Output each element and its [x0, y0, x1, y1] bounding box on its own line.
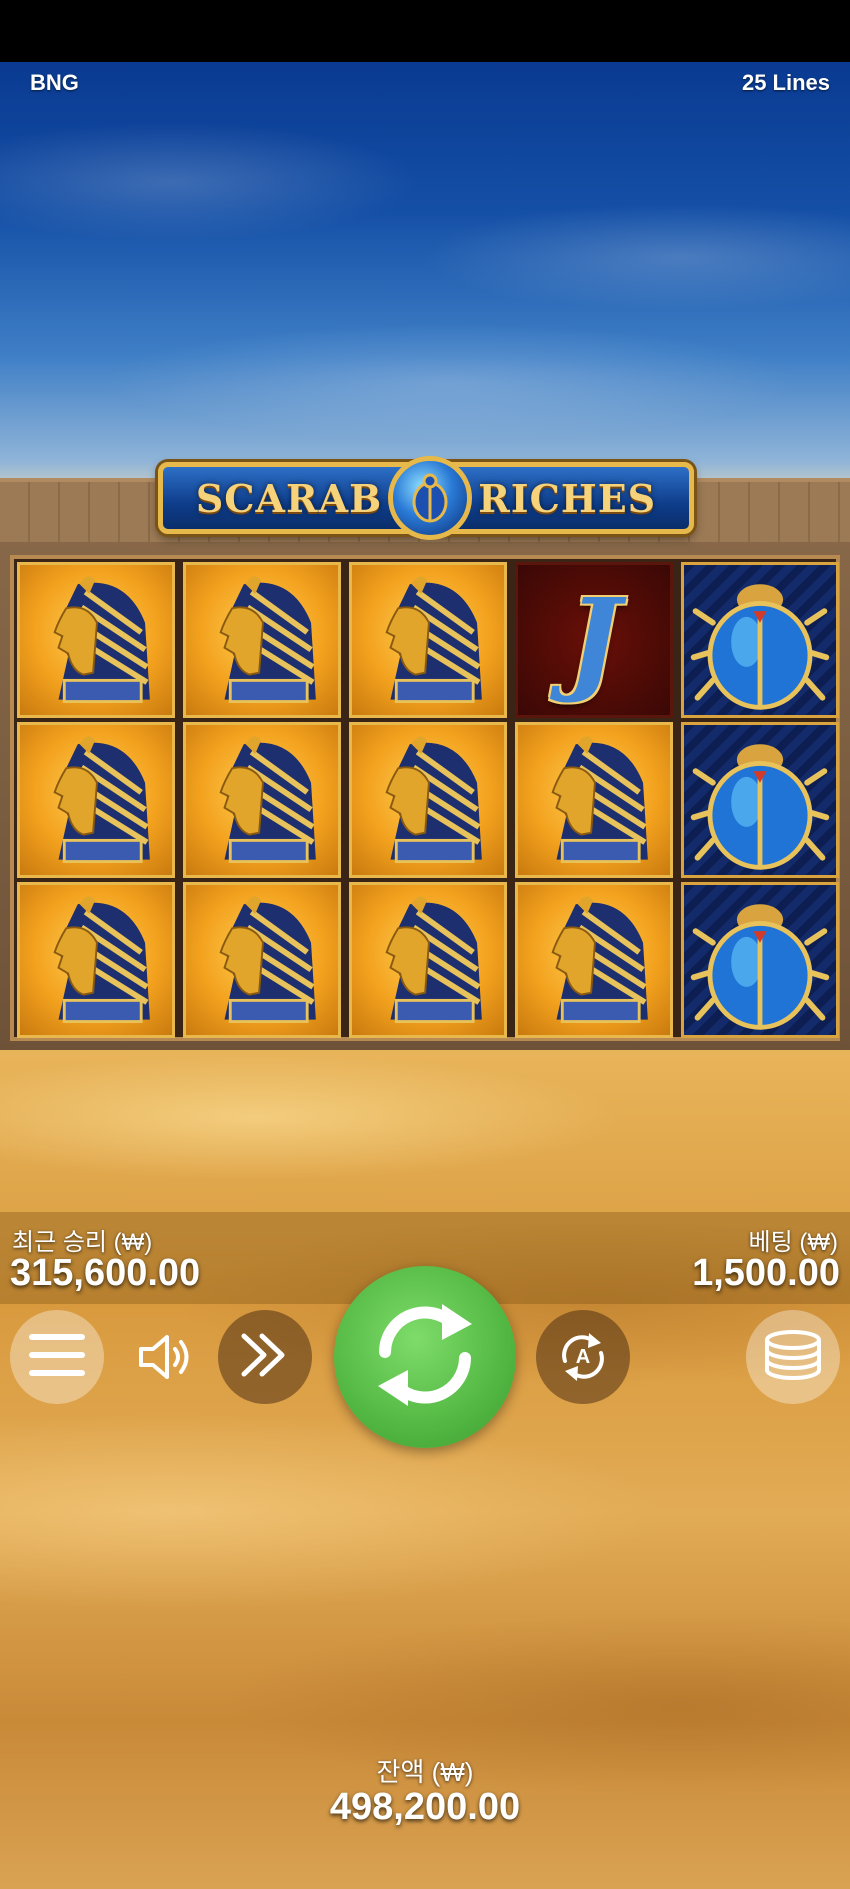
autoplay-button[interactable]: A	[536, 1310, 630, 1404]
reel-cell-pharaoh	[515, 722, 673, 878]
spin-arrows-icon	[360, 1290, 490, 1425]
speaker-icon	[135, 1332, 195, 1387]
reel-cell-scarab	[681, 722, 839, 878]
reel-cell-pharaoh	[515, 882, 673, 1038]
reel-cell-scarab	[681, 562, 839, 718]
menu-button[interactable]	[10, 1310, 104, 1404]
lines-label: 25 Lines	[741, 70, 830, 95]
reel-cell-pharaoh	[183, 722, 341, 878]
autoplay-letter: A	[575, 1345, 591, 1368]
provider-label: BNG	[30, 70, 79, 95]
sky-background	[0, 62, 850, 482]
balance-value: 498,200.00	[329, 1786, 521, 1828]
reel-grid: J	[10, 555, 840, 1041]
status-bar	[0, 0, 850, 62]
fast-forward-icon	[238, 1330, 292, 1385]
balance-label: 잔액 (₩)	[376, 1757, 474, 1787]
logo-text-left: SCARAB	[195, 475, 383, 521]
reel-cell-jack: J	[515, 562, 673, 718]
coin-stack-icon	[763, 1329, 823, 1385]
reel-cell-pharaoh	[183, 562, 341, 718]
reel-cell-scarab	[681, 882, 839, 1038]
menu-icon	[29, 1332, 85, 1383]
reel-cell-pharaoh	[349, 722, 507, 878]
reel-cell-pharaoh	[17, 562, 175, 718]
jack-symbol: J	[567, 574, 621, 706]
reel-cell-pharaoh	[17, 882, 175, 1038]
bet-settings-button[interactable]	[746, 1310, 840, 1404]
reel-cell-pharaoh	[17, 722, 175, 878]
scarab-gem-icon	[388, 456, 473, 540]
bet-value: 1,500.00	[692, 1252, 840, 1294]
logo-text-right: RICHES	[478, 475, 657, 521]
reel-cell-pharaoh	[183, 882, 341, 1038]
last-win-value: 315,600.00	[10, 1252, 201, 1294]
turbo-button[interactable]	[218, 1310, 312, 1404]
autoplay-icon: A	[553, 1327, 613, 1387]
reel-cell-pharaoh	[349, 562, 507, 718]
reel-cell-pharaoh	[349, 882, 507, 1038]
game-screen: BNG 25 Lines SCARAB RICHES J 최근 승리 (₩) 3…	[0, 0, 850, 1889]
spin-button[interactable]	[334, 1266, 516, 1448]
sound-button[interactable]	[118, 1312, 212, 1406]
game-logo: SCARAB RICHES	[158, 456, 694, 540]
